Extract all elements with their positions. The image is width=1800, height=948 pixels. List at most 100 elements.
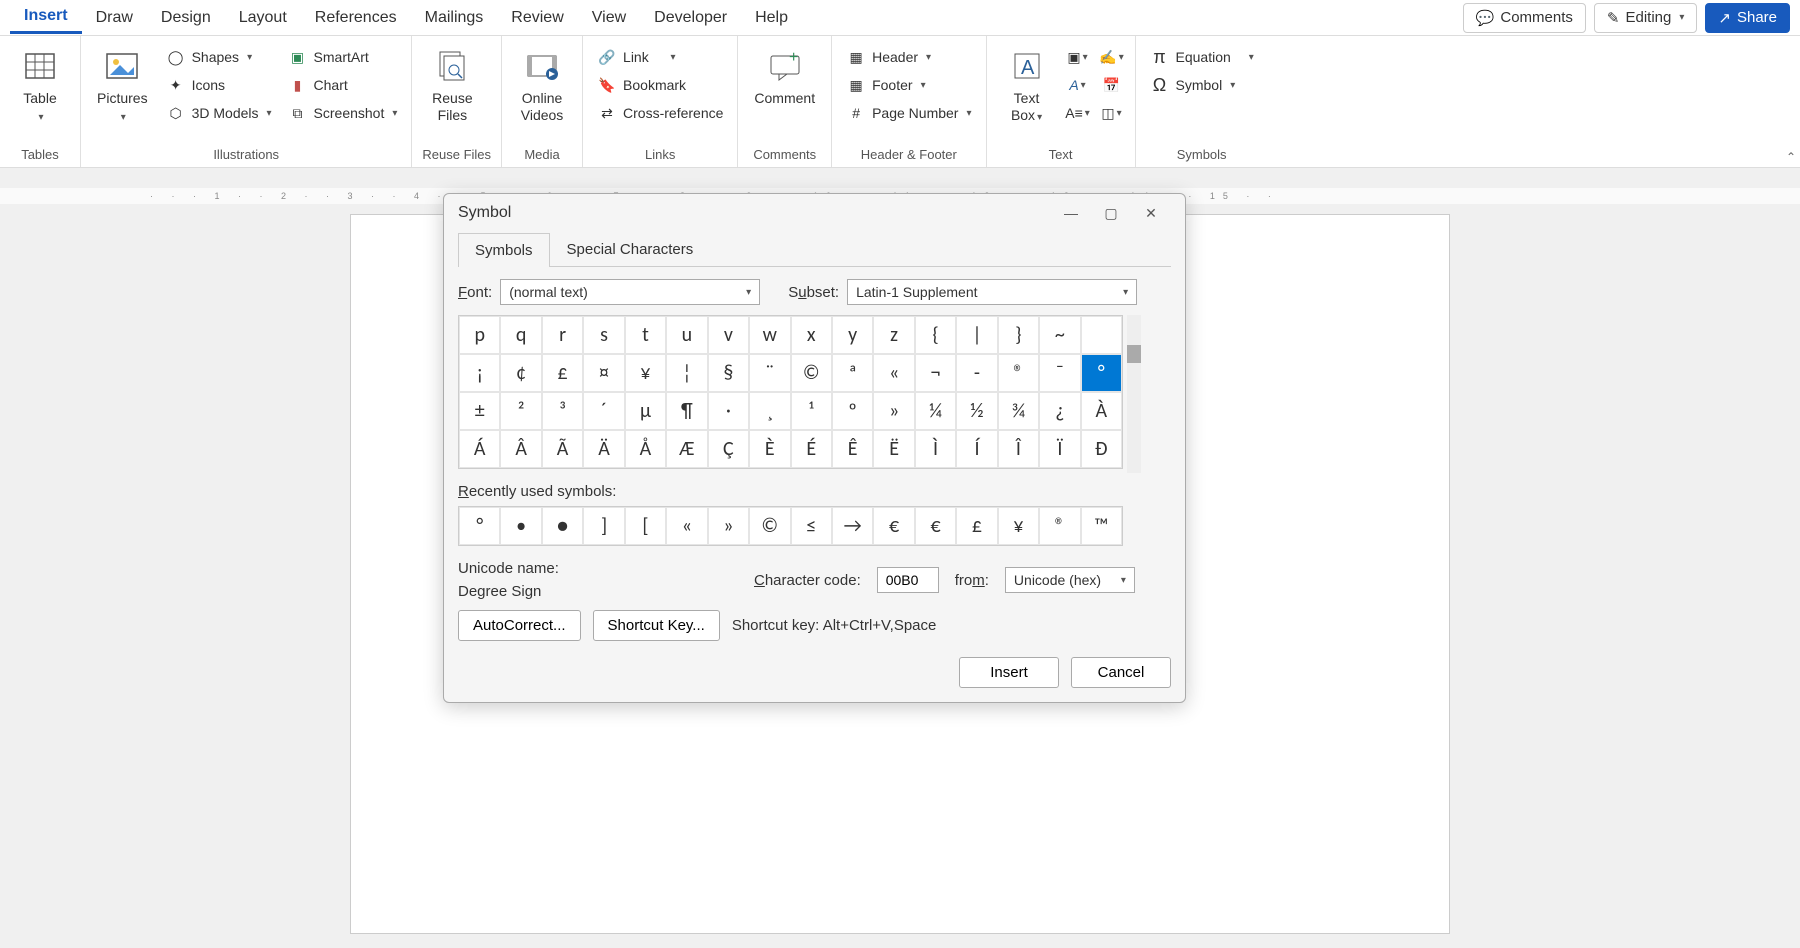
- recent-symbol-cell[interactable]: »: [708, 507, 749, 545]
- symbol-cell[interactable]: ²: [500, 392, 541, 430]
- symbol-cell[interactable]: £: [542, 354, 583, 392]
- symbol-cell[interactable]: Ë: [873, 430, 914, 468]
- textbox-button[interactable]: A Text Box▾: [997, 44, 1057, 126]
- symbol-cell[interactable]: u: [666, 316, 707, 354]
- pagenumber-button[interactable]: #Page Number▾: [842, 100, 975, 126]
- symbol-cell[interactable]: ­-: [956, 354, 997, 392]
- reuse-files-button[interactable]: Reuse Files: [422, 44, 482, 126]
- symbol-cell[interactable]: ¦: [666, 354, 707, 392]
- scrollbar-thumb[interactable]: [1127, 345, 1141, 363]
- quickparts-button[interactable]: ▣▾: [1065, 44, 1091, 70]
- comments-button[interactable]: 💬 Comments: [1463, 3, 1586, 33]
- symbol-cell[interactable]: »: [873, 392, 914, 430]
- menu-help[interactable]: Help: [741, 3, 802, 33]
- symbol-cell[interactable]: ¤: [583, 354, 624, 392]
- symbol-cell[interactable]: É: [791, 430, 832, 468]
- symbol-cell[interactable]: Ê: [832, 430, 873, 468]
- charcode-input[interactable]: [877, 567, 939, 593]
- symbol-cell[interactable]: Å: [625, 430, 666, 468]
- menu-view[interactable]: View: [578, 3, 640, 33]
- pictures-button[interactable]: Pictures▾: [91, 44, 154, 126]
- symbol-cell[interactable]: r: [542, 316, 583, 354]
- symbol-cell[interactable]: Ã: [542, 430, 583, 468]
- recent-symbol-cell[interactable]: °: [459, 507, 500, 545]
- symbol-cell[interactable]: ³: [542, 392, 583, 430]
- crossref-button[interactable]: ⇄Cross-reference: [593, 100, 727, 126]
- symbol-cell[interactable]: ~: [1039, 316, 1080, 354]
- subset-dropdown[interactable]: Latin-1 Supplement ▾: [847, 279, 1137, 305]
- symbol-cell[interactable]: ¯: [1039, 354, 1080, 392]
- recent-symbol-cell[interactable]: ●: [542, 507, 583, 545]
- symbol-cell[interactable]: «: [873, 354, 914, 392]
- table-button[interactable]: Table▾: [10, 44, 70, 126]
- symbol-cell[interactable]: x: [791, 316, 832, 354]
- from-dropdown[interactable]: Unicode (hex) ▾: [1005, 567, 1135, 593]
- editing-button[interactable]: ✎ Editing ▾: [1594, 3, 1697, 33]
- recent-symbol-cell[interactable]: £: [956, 507, 997, 545]
- symbol-cell[interactable]: ¿: [1039, 392, 1080, 430]
- symbol-cell[interactable]: ¬: [915, 354, 956, 392]
- collapse-ribbon-button[interactable]: ⌃: [1786, 150, 1796, 164]
- symbol-cell[interactable]: t: [625, 316, 666, 354]
- share-button[interactable]: ↗ Share: [1705, 3, 1790, 33]
- symbol-cell[interactable]: ¨: [749, 354, 790, 392]
- recent-symbol-cell[interactable]: ™: [1081, 507, 1122, 545]
- equation-button[interactable]: πEquation ▾: [1146, 44, 1258, 70]
- icons-button[interactable]: ✦Icons: [162, 72, 276, 98]
- symbol-cell[interactable]: ¸: [749, 392, 790, 430]
- wordart-button[interactable]: A▾: [1065, 72, 1091, 98]
- symbol-cell[interactable]: {: [915, 316, 956, 354]
- menu-layout[interactable]: Layout: [225, 3, 301, 33]
- footer-button[interactable]: ▦Footer▾: [842, 72, 975, 98]
- symbol-cell[interactable]: µ: [625, 392, 666, 430]
- symbol-cell[interactable]: °: [1081, 354, 1122, 392]
- recent-symbol-cell[interactable]: ≤: [791, 507, 832, 545]
- recent-symbol-cell[interactable]: [: [625, 507, 666, 545]
- symbol-cell[interactable]: ¢: [500, 354, 541, 392]
- screenshot-button[interactable]: ⧉Screenshot▾: [284, 100, 402, 126]
- symbol-cell[interactable]: Ì: [915, 430, 956, 468]
- recent-symbol-cell[interactable]: ®: [1039, 507, 1080, 545]
- shortcut-key-button[interactable]: Shortcut Key...: [593, 610, 720, 641]
- symbol-cell[interactable]: ¶: [666, 392, 707, 430]
- symbol-cell[interactable]: }: [998, 316, 1039, 354]
- menu-draw[interactable]: Draw: [82, 3, 147, 33]
- symbol-cell[interactable]: w: [749, 316, 790, 354]
- symbol-cell[interactable]: ´: [583, 392, 624, 430]
- recent-symbol-cell[interactable]: ¥: [998, 507, 1039, 545]
- recent-symbol-cell[interactable]: €: [873, 507, 914, 545]
- symbol-cell[interactable]: ¼: [915, 392, 956, 430]
- datetime-button[interactable]: 📅: [1099, 72, 1125, 98]
- symbol-button[interactable]: ΩSymbol▾: [1146, 72, 1258, 98]
- symbol-cell[interactable]: ®: [998, 354, 1039, 392]
- recent-symbol-cell[interactable]: ]: [583, 507, 624, 545]
- dropcap-button[interactable]: A≡▾: [1065, 100, 1091, 126]
- tab-special-characters[interactable]: Special Characters: [550, 232, 711, 266]
- symbol-cell[interactable]: v: [708, 316, 749, 354]
- symbol-cell[interactable]: |: [956, 316, 997, 354]
- symbol-scrollbar[interactable]: [1127, 315, 1141, 473]
- close-button[interactable]: ✕: [1131, 205, 1171, 222]
- symbol-cell[interactable]: ¡: [459, 354, 500, 392]
- menu-insert[interactable]: Insert: [10, 1, 82, 34]
- maximize-button[interactable]: ▢: [1091, 205, 1131, 222]
- symbol-cell[interactable]: p: [459, 316, 500, 354]
- symbol-cell[interactable]: §: [708, 354, 749, 392]
- symbol-cell[interactable]: ¥: [625, 354, 666, 392]
- symbol-cell[interactable]: Â: [500, 430, 541, 468]
- recent-symbol-cell[interactable]: «: [666, 507, 707, 545]
- symbol-cell[interactable]: ±: [459, 392, 500, 430]
- symbol-cell[interactable]: ·: [708, 392, 749, 430]
- symbol-cell[interactable]: À: [1081, 392, 1122, 430]
- shapes-button[interactable]: ◯Shapes▾: [162, 44, 276, 70]
- symbol-cell[interactable]: s: [583, 316, 624, 354]
- symbol-cell[interactable]: È: [749, 430, 790, 468]
- comment-button[interactable]: + Comment: [748, 44, 821, 109]
- symbol-cell[interactable]: Í: [956, 430, 997, 468]
- symbol-cell[interactable]: [1081, 316, 1122, 354]
- signature-button[interactable]: ✍▾: [1099, 44, 1125, 70]
- symbol-cell[interactable]: Ä: [583, 430, 624, 468]
- insert-button[interactable]: Insert: [959, 657, 1059, 688]
- symbol-cell[interactable]: ¾: [998, 392, 1039, 430]
- menu-developer[interactable]: Developer: [640, 3, 741, 33]
